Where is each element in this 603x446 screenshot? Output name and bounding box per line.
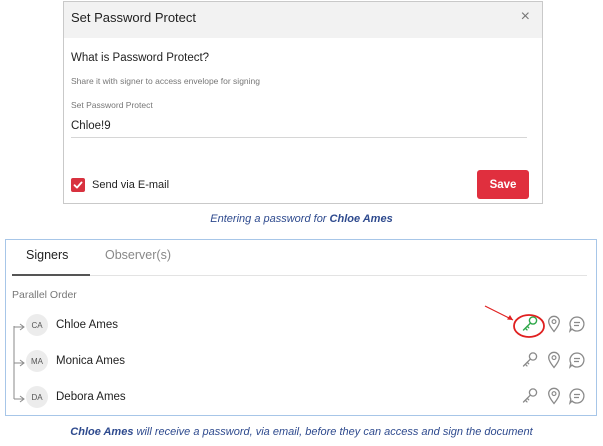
avatar: DA <box>26 386 48 408</box>
signer-name: Chloe Ames <box>56 319 119 331</box>
password-protect-dialog: Set Password Protect × What is Password … <box>63 1 543 204</box>
signer-row: MA Monica Ames <box>6 350 596 376</box>
comment-icon[interactable] <box>567 386 587 406</box>
dialog-title: Set Password Protect <box>71 10 196 25</box>
save-button[interactable]: Save <box>477 170 529 199</box>
caption-bottom-text: will receive a password, via email, befo… <box>133 426 533 438</box>
signer-name: Monica Ames <box>56 355 126 367</box>
section-heading: What is Password Protect? <box>71 52 210 64</box>
password-input[interactable] <box>71 115 527 138</box>
location-pin-icon[interactable] <box>544 386 564 406</box>
send-email-label: Send via E-mail <box>92 179 170 191</box>
avatar: CA <box>26 314 48 336</box>
signer-name: Debora Ames <box>56 391 126 403</box>
comment-icon[interactable] <box>567 350 587 370</box>
password-field-label: Set Password Protect <box>71 100 153 110</box>
comment-icon[interactable] <box>567 314 587 334</box>
key-icon[interactable] <box>520 386 540 406</box>
tab-observers[interactable]: Observer(s) <box>105 248 171 262</box>
key-icon[interactable] <box>520 350 540 370</box>
location-pin-icon[interactable] <box>544 314 564 334</box>
caption-bottom: Chloe Ames will receive a password, via … <box>0 426 603 438</box>
section-description: Share it with signer to access envelope … <box>71 76 260 86</box>
signer-row: CA Chloe Ames <box>6 305 596 340</box>
signers-panel: Signers Observer(s) Parallel Order CA Ch… <box>5 239 597 416</box>
checkmark-icon <box>73 181 83 189</box>
avatar: MA <box>26 350 48 372</box>
caption-top-text: Entering a password for <box>210 213 330 225</box>
send-email-option[interactable]: Send via E-mail <box>71 178 169 192</box>
key-icon[interactable] <box>520 314 540 334</box>
caption-bottom-name: Chloe Ames <box>70 426 134 438</box>
caption-top-name: Chloe Ames <box>329 213 393 225</box>
location-pin-icon[interactable] <box>544 350 564 370</box>
close-icon[interactable]: × <box>521 7 530 27</box>
tabs-divider <box>12 275 587 276</box>
caption-top: Entering a password for Chloe Ames <box>0 213 603 225</box>
signer-row: DA Debora Ames <box>6 386 596 412</box>
send-email-checkbox[interactable] <box>71 178 85 192</box>
dialog-header: Set Password Protect × <box>64 2 542 38</box>
